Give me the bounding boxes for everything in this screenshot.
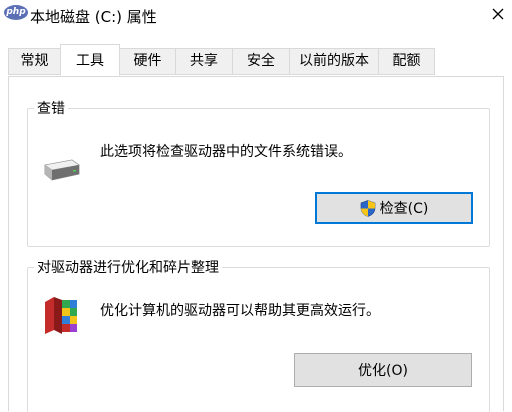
optimize-title: 对驱动器进行优化和碎片整理	[34, 257, 222, 277]
check-button-label: 检查(C)	[379, 201, 429, 217]
tools-panel: 查错 此选项将检查驱动器中的文件系统错误。 检查(C) 对驱动器进行优化和碎片整…	[8, 76, 504, 412]
optimize-group: 对驱动器进行优化和碎片整理 优化计算机的驱动器可以帮助其更高效运行。 优化(O)	[27, 257, 490, 412]
tab-label: 共享	[190, 53, 218, 69]
drive-icon	[44, 159, 80, 181]
check-button[interactable]: 检查(C)	[315, 192, 473, 224]
defrag-icon	[45, 297, 77, 334]
window-title: 本地磁盘 (C:) 属性	[30, 8, 157, 26]
app-icon: php	[4, 5, 28, 20]
error-checking-group: 查错 此选项将检查驱动器中的文件系统错误。 检查(C)	[27, 98, 490, 247]
tab-label: 以前的版本	[299, 53, 369, 69]
uac-shield-icon	[360, 199, 376, 217]
tab-label: 配额	[392, 53, 421, 69]
tab-strip: 常规 工具 硬件 共享 安全 以前的版本 配额	[0, 35, 512, 77]
close-icon	[492, 8, 504, 20]
error-checking-title: 查错	[34, 98, 68, 118]
tab-label: 安全	[247, 53, 275, 69]
tab-label: 工具	[76, 53, 104, 69]
optimize-button[interactable]: 优化(O)	[294, 353, 472, 387]
optimize-button-label: 优化(O)	[358, 363, 408, 379]
error-checking-description: 此选项将检查驱动器中的文件系统错误。	[100, 144, 352, 160]
tab-hardware[interactable]: 硬件	[120, 48, 175, 75]
title-bar: php 本地磁盘 (C:) 属性	[0, 0, 512, 35]
tab-tools[interactable]: 工具	[60, 44, 120, 76]
close-button[interactable]	[484, 0, 512, 32]
tab-previous-versions[interactable]: 以前的版本	[289, 48, 378, 75]
tab-general[interactable]: 常规	[8, 48, 60, 75]
tab-label: 常规	[20, 53, 49, 69]
tab-sharing[interactable]: 共享	[175, 48, 232, 75]
tab-security[interactable]: 安全	[232, 48, 289, 75]
optimize-description: 优化计算机的驱动器可以帮助其更高效运行。	[100, 303, 380, 319]
tab-label: 硬件	[133, 53, 162, 69]
tab-quota[interactable]: 配额	[378, 48, 435, 75]
